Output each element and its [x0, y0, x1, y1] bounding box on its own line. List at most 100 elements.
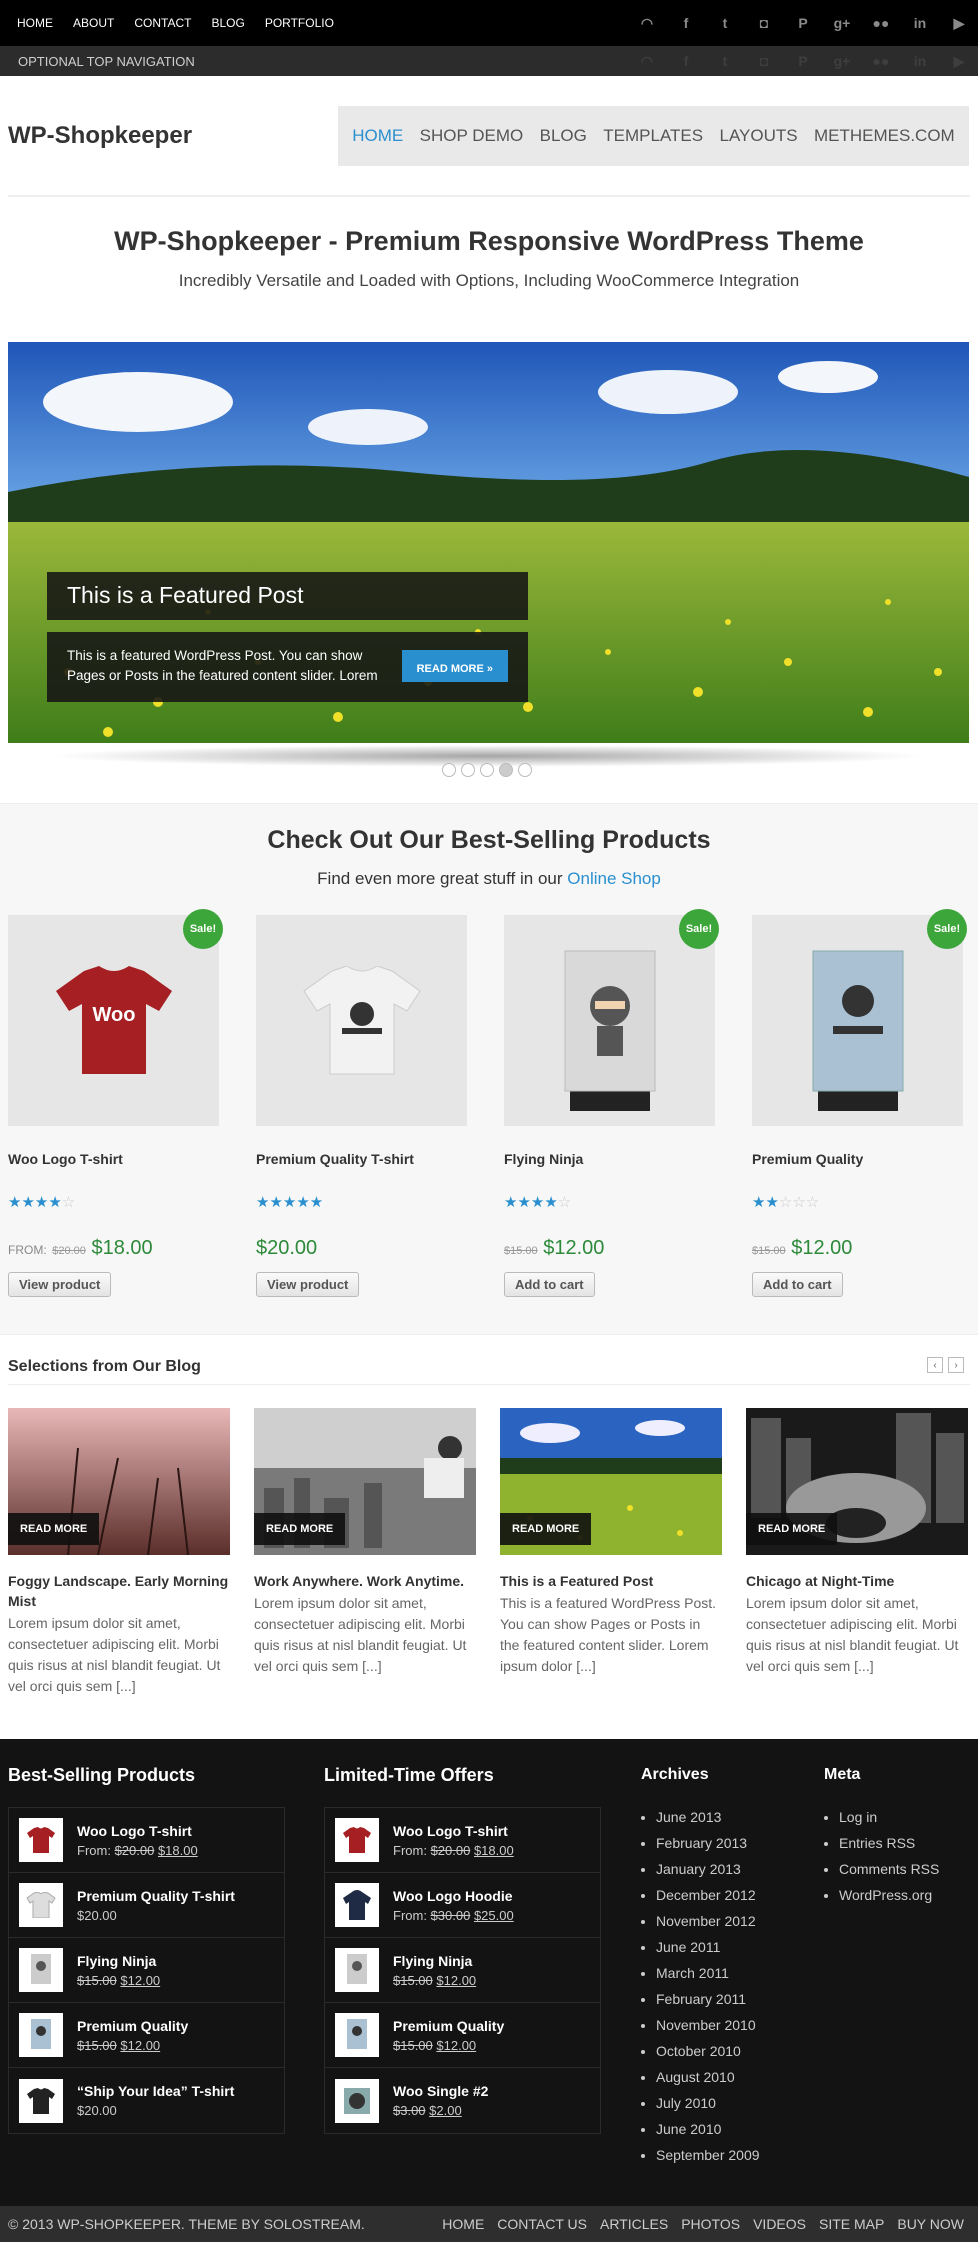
add-to-cart-button[interactable]: Add to cart [504, 1272, 595, 1297]
footer-nav-home[interactable]: HOME [442, 2216, 484, 2232]
widget-product[interactable]: Woo Logo T-shirt From: $20.00 $18.00 [325, 1808, 600, 1873]
topnav-contact[interactable]: CONTACT [134, 16, 191, 30]
widget-product[interactable]: Woo Logo T-shirt From: $20.00 $18.00 [9, 1808, 284, 1873]
slider-dot[interactable] [461, 763, 475, 777]
add-to-cart-button[interactable]: Add to cart [752, 1272, 843, 1297]
meta-link-wordpress[interactable]: WordPress.org [839, 1882, 939, 1908]
archive-link[interactable]: June 2010 [656, 2116, 760, 2142]
slider-dot[interactable] [442, 763, 456, 777]
footer-nav-photos[interactable]: PHOTOS [681, 2216, 740, 2232]
slider-dot[interactable] [518, 763, 532, 777]
footer-nav-buy-now[interactable]: BUY NOW [897, 2216, 964, 2232]
archive-link[interactable]: August 2010 [656, 2064, 760, 2090]
widget-product[interactable]: Flying Ninja $15.00 $12.00 [9, 1938, 284, 2003]
blog-post-image[interactable]: READ MORE [8, 1408, 230, 1555]
mainnav-blog[interactable]: BLOG [540, 126, 587, 146]
read-more-button[interactable]: READ MORE [8, 1513, 100, 1545]
blog-post-image[interactable]: READ MORE [746, 1408, 968, 1555]
mainnav-home[interactable]: HOME [352, 126, 403, 146]
widget-product-name[interactable]: “Ship Your Idea” T-shirt [77, 2083, 234, 2099]
meta-link-login[interactable]: Log in [839, 1804, 939, 1830]
widget-product-name[interactable]: Woo Logo Hoodie [393, 1888, 514, 1904]
topnav-portfolio[interactable]: PORTFOLIO [265, 16, 334, 30]
archive-link[interactable]: February 2011 [656, 1986, 760, 2012]
chevron-left-icon[interactable]: ‹ [927, 1357, 943, 1373]
widget-product-name[interactable]: Premium Quality T-shirt [77, 1888, 235, 1904]
flickr-icon[interactable]: ●● [870, 12, 892, 34]
widget-product[interactable]: Woo Logo Hoodie From: $30.00 $25.00 [325, 1873, 600, 1938]
rss-icon[interactable]: ◠ [636, 12, 658, 34]
meta-link-entries-rss[interactable]: Entries RSS [839, 1830, 939, 1856]
product-image[interactable]: Sale! [504, 909, 719, 1126]
archive-link[interactable]: December 2012 [656, 1882, 760, 1908]
topnav-blog[interactable]: BLOG [211, 16, 244, 30]
archive-link[interactable]: July 2010 [656, 2090, 760, 2116]
read-more-button[interactable]: READ MORE [500, 1513, 592, 1545]
blog-post-image[interactable]: READ MORE [500, 1408, 722, 1555]
topnav-about[interactable]: ABOUT [73, 16, 114, 30]
archive-link[interactable]: June 2011 [656, 1934, 760, 1960]
mainnav-layouts[interactable]: LAYOUTS [720, 126, 798, 146]
archive-link[interactable]: March 2011 [656, 1960, 760, 1986]
online-shop-link[interactable]: Online Shop [567, 869, 661, 888]
featured-read-more-button[interactable]: READ MORE » [401, 650, 508, 682]
pinterest-icon[interactable]: P [792, 50, 814, 72]
slider-dot-active[interactable] [499, 763, 513, 777]
product-image[interactable]: Woo Sale! [8, 909, 223, 1126]
archive-link[interactable]: February 2013 [656, 1830, 760, 1856]
footer-nav-videos[interactable]: VIDEOS [753, 2216, 806, 2232]
blog-post-title[interactable]: Foggy Landscape. Early Morning Mist [8, 1571, 230, 1611]
archive-link[interactable]: June 2013 [656, 1804, 760, 1830]
archive-link[interactable]: November 2012 [656, 1908, 760, 1934]
slider-dot[interactable] [480, 763, 494, 777]
product-name[interactable]: Woo Logo T-shirt [8, 1151, 219, 1167]
widget-product[interactable]: Premium Quality $15.00 $12.00 [325, 2003, 600, 2068]
mainnav-shop-demo[interactable]: SHOP DEMO [420, 126, 524, 146]
widget-product-name[interactable]: Flying Ninja [393, 1953, 476, 1969]
widget-product-name[interactable]: Woo Logo T-shirt [77, 1823, 198, 1839]
mainnav-methemes[interactable]: METHEMES.COM [814, 126, 955, 146]
mainnav-templates[interactable]: TEMPLATES [603, 126, 703, 146]
archive-link[interactable]: January 2013 [656, 1856, 760, 1882]
facebook-icon[interactable]: f [675, 50, 697, 72]
footer-nav-contact[interactable]: CONTACT US [497, 2216, 587, 2232]
read-more-button[interactable]: READ MORE [746, 1513, 838, 1545]
view-product-button[interactable]: View product [8, 1272, 112, 1297]
topnav-home[interactable]: HOME [17, 16, 53, 30]
widget-product-name[interactable]: Premium Quality [393, 2018, 504, 2034]
rss-icon[interactable]: ◠ [636, 50, 658, 72]
widget-product-name[interactable]: Premium Quality [77, 2018, 188, 2034]
linkedin-icon[interactable]: in [909, 50, 931, 72]
widget-product[interactable]: Flying Ninja $15.00 $12.00 [325, 1938, 600, 2003]
optional-nav-label[interactable]: OPTIONAL TOP NAVIGATION [18, 54, 195, 69]
blog-post-title[interactable]: Work Anywhere. Work Anytime. [254, 1571, 476, 1591]
view-product-button[interactable]: View product [256, 1272, 360, 1297]
instagram-icon[interactable]: ◘ [753, 50, 775, 72]
youtube-icon[interactable]: ▶ [948, 50, 970, 72]
product-name[interactable]: Premium Quality T-shirt [256, 1151, 467, 1167]
blog-post-image[interactable]: READ MORE [254, 1408, 476, 1555]
flickr-icon[interactable]: ●● [870, 50, 892, 72]
product-name[interactable]: Premium Quality [752, 1151, 963, 1167]
facebook-icon[interactable]: f [675, 12, 697, 34]
footer-nav-sitemap[interactable]: SITE MAP [819, 2216, 884, 2232]
archive-link[interactable]: October 2010 [656, 2038, 760, 2064]
googleplus-icon[interactable]: g+ [831, 12, 853, 34]
blog-post-title[interactable]: Chicago at Night-Time [746, 1571, 968, 1591]
blog-post-title[interactable]: This is a Featured Post [500, 1571, 722, 1591]
linkedin-icon[interactable]: in [909, 12, 931, 34]
product-name[interactable]: Flying Ninja [504, 1151, 715, 1167]
meta-link-comments-rss[interactable]: Comments RSS [839, 1856, 939, 1882]
pinterest-icon[interactable]: P [792, 12, 814, 34]
archive-link[interactable]: September 2009 [656, 2142, 760, 2168]
twitter-icon[interactable]: t [714, 50, 736, 72]
widget-product-name[interactable]: Woo Single #2 [393, 2083, 488, 2099]
footer-nav-articles[interactable]: ARTICLES [600, 2216, 668, 2232]
widget-product[interactable]: Premium Quality T-shirt $20.00 [9, 1873, 284, 1938]
widget-product[interactable]: Premium Quality $15.00 $12.00 [9, 2003, 284, 2068]
read-more-button[interactable]: READ MORE [254, 1513, 346, 1545]
featured-post-title[interactable]: This is a Featured Post [47, 572, 528, 620]
widget-product-name[interactable]: Flying Ninja [77, 1953, 160, 1969]
archive-link[interactable]: November 2010 [656, 2012, 760, 2038]
googleplus-icon[interactable]: g+ [831, 50, 853, 72]
